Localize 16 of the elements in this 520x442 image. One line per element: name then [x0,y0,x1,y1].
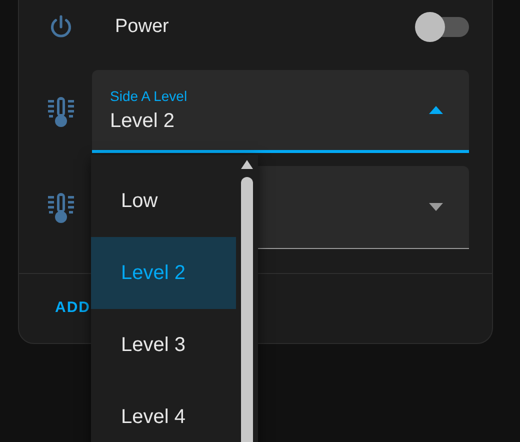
select-value: Level 2 [110,108,176,134]
select-label: Side A Level [110,86,188,106]
menu-item[interactable]: Level 3 [91,309,236,381]
power-toggle[interactable] [415,12,469,42]
thermometer-icon [47,96,75,128]
add-button[interactable]: ADD [55,297,90,320]
power-label: Power [115,14,169,39]
menu-item[interactable]: Level 4 [91,381,236,442]
thermometer-icon [47,192,75,224]
menu-item[interactable]: Low [91,165,236,237]
menu-item[interactable]: Level 2 [91,237,236,309]
scroll-up-icon[interactable] [240,159,254,169]
caret-up-icon [429,106,443,114]
scrollbar-thumb[interactable] [241,177,253,442]
caret-down-icon [429,203,443,211]
select-field[interactable]: Side A Level Level 2 [92,70,469,153]
